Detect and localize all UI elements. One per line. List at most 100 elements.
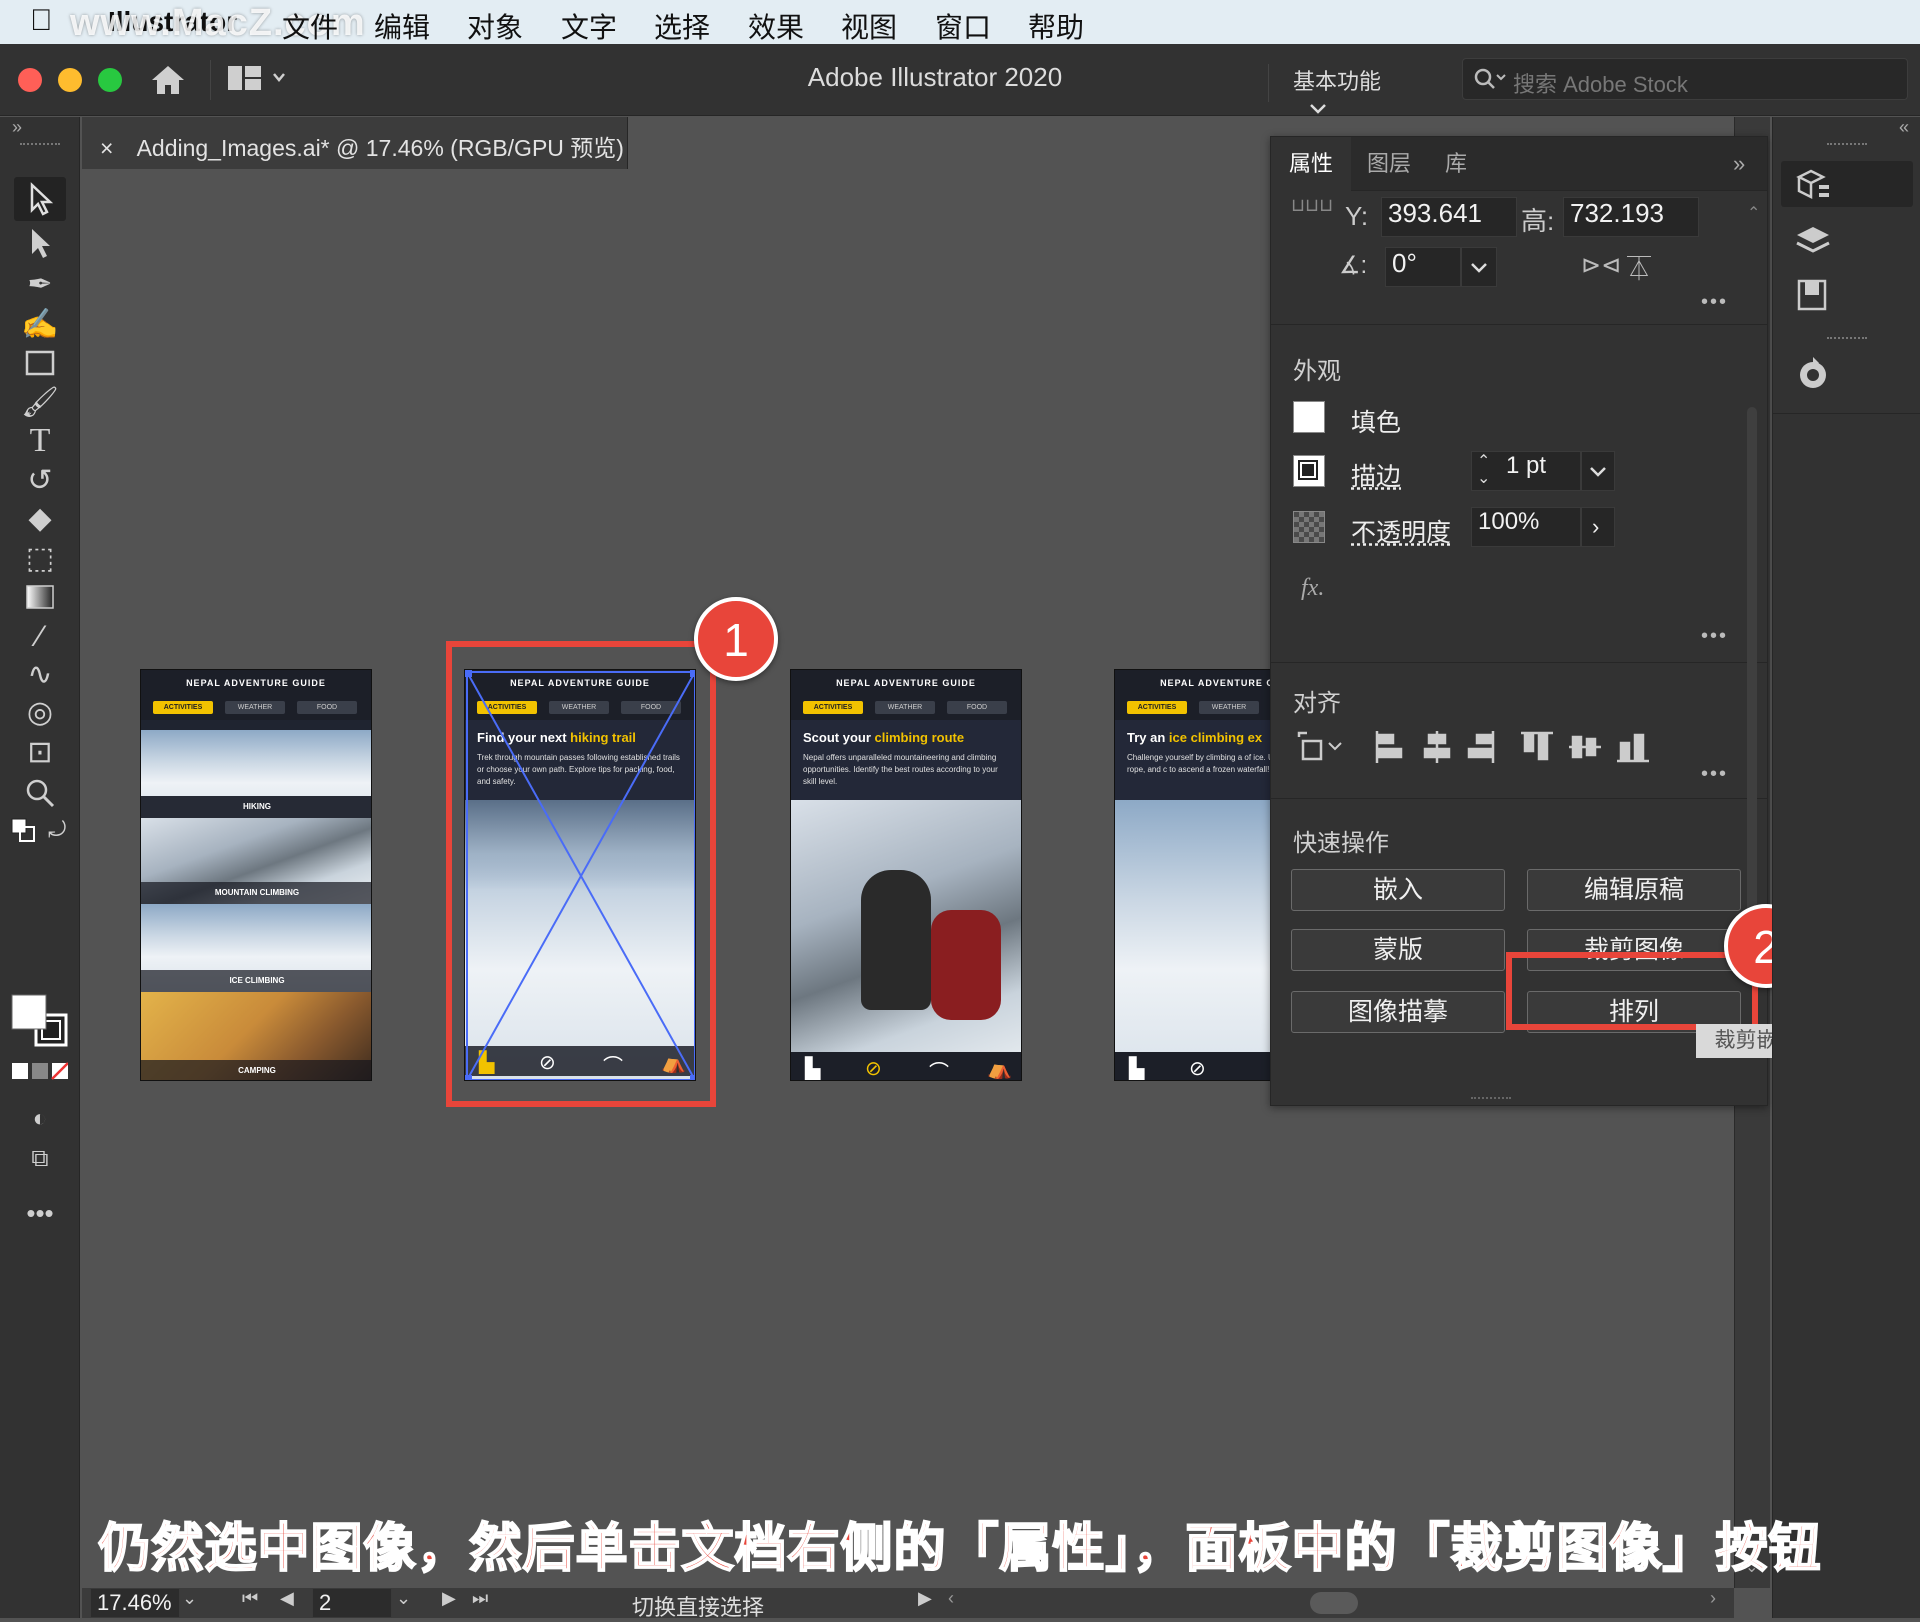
menu-window[interactable]: 窗口 xyxy=(935,6,991,46)
zoom-dropdown-icon[interactable]: ⌄ xyxy=(182,1588,197,1609)
default-fill-stroke-icon[interactable] xyxy=(10,817,40,847)
previous-artboard-icon[interactable]: ◀ xyxy=(280,1588,294,1609)
hiking-label: HIKING xyxy=(141,796,371,818)
menu-edit[interactable]: 编辑 xyxy=(374,6,430,46)
eraser-tool-icon[interactable]: ◆ xyxy=(14,497,66,541)
stroke-stepper-icon[interactable]: ⌃ ⌄ xyxy=(1477,453,1490,487)
status-menu-icon[interactable]: ▶ xyxy=(918,1588,932,1609)
properties-panel-icon[interactable] xyxy=(1781,161,1913,207)
image-trace-button[interactable]: 图像描摹 xyxy=(1291,991,1505,1033)
shape-builder-tool-icon[interactable]: ◎ xyxy=(14,691,66,735)
document-tab[interactable]: × Adding_Images.ai* @ 17.46% (RGB/GPU 预览… xyxy=(82,117,628,169)
panel-expand-icon[interactable]: » xyxy=(1733,151,1745,177)
app-title-bar: Adobe Illustrator 2020 基本功能 搜索 Adobe Sto… xyxy=(0,44,1920,116)
stroke-label[interactable]: 描边 xyxy=(1351,457,1401,493)
horizontal-scroll-thumb[interactable] xyxy=(1310,1592,1358,1614)
menu-file[interactable]: 文件 xyxy=(282,6,338,46)
close-tab-icon[interactable]: × xyxy=(100,135,113,161)
flip-vertical-icon[interactable]: ⏄ xyxy=(1627,249,1651,284)
artboard-tabs: ACTIVITIES WEATHER FOOD xyxy=(791,696,1021,720)
drawing-mode-icon[interactable]: ◐ xyxy=(14,1097,66,1141)
tab-activities: ACTIVITIES xyxy=(153,701,213,714)
menu-object[interactable]: 对象 xyxy=(467,6,523,46)
workspace-switcher[interactable]: 基本功能 xyxy=(1268,64,1418,114)
type-tool-icon[interactable]: T xyxy=(14,419,66,463)
more-appearance-options-icon[interactable]: ••• xyxy=(1701,625,1728,648)
tab-food: FOOD xyxy=(947,701,1007,714)
next-artboard-icon[interactable]: ▶ xyxy=(442,1588,456,1609)
fill-swatch[interactable] xyxy=(1293,401,1325,433)
menu-select[interactable]: 选择 xyxy=(654,6,710,46)
gradient-tool-icon[interactable] xyxy=(14,575,66,619)
angle-dropdown[interactable] xyxy=(1461,247,1497,287)
color-mode-icons[interactable] xyxy=(12,1061,69,1086)
reference-point-icon[interactable]: ⊔⊔⊔ xyxy=(1291,195,1333,216)
fill-stroke-swatch[interactable] xyxy=(10,993,70,1058)
height-field[interactable]: 732.193 xyxy=(1563,197,1699,237)
toolbar-grip[interactable] xyxy=(20,143,60,149)
y-field[interactable]: 393.641 xyxy=(1381,197,1517,237)
backpack xyxy=(861,870,931,1010)
artboard-tool-icon[interactable]: ⊡ xyxy=(14,731,66,775)
stroke-weight-dropdown[interactable] xyxy=(1581,451,1615,491)
rectangle-tool-icon[interactable] xyxy=(14,341,66,385)
camping-label: CAMPING xyxy=(141,1060,371,1080)
panel-icon-dock: « xyxy=(1772,117,1920,1618)
layers-panel-icon[interactable] xyxy=(1793,221,1833,266)
more-align-options-icon[interactable]: ••• xyxy=(1701,763,1728,786)
tent-icon: ⛺ xyxy=(987,1058,1012,1080)
collapse-toolbar-icon[interactable]: » xyxy=(12,117,22,138)
screen-mode-icon[interactable]: ⧉ xyxy=(14,1137,66,1181)
tab-weather: WEATHER xyxy=(875,701,935,714)
opacity-label[interactable]: 不透明度 xyxy=(1351,513,1451,549)
embed-button[interactable]: 嵌入 xyxy=(1291,869,1505,911)
last-artboard-icon[interactable]: ⏭ xyxy=(472,1588,488,1609)
menu-effect[interactable]: 效果 xyxy=(748,6,804,46)
menu-view[interactable]: 视图 xyxy=(841,6,897,46)
scroll-right-icon[interactable]: › xyxy=(1710,1588,1716,1609)
dock-grip-2[interactable] xyxy=(1827,337,1867,343)
tab-properties[interactable]: 属性 xyxy=(1271,137,1352,191)
artboard-number-field[interactable]: 2 xyxy=(312,1588,392,1618)
menu-type[interactable]: 文字 xyxy=(561,6,617,46)
more-transform-options-icon[interactable]: ••• xyxy=(1701,291,1728,314)
edit-original-button[interactable]: 编辑原稿 xyxy=(1527,869,1741,911)
panel-resize-grip[interactable] xyxy=(1471,1097,1511,1103)
direct-selection-tool-icon[interactable] xyxy=(14,221,66,265)
pen-tool-icon[interactable]: ✒ xyxy=(14,263,66,307)
edit-toolbar-icon[interactable]: ••• xyxy=(14,1191,66,1235)
libraries-panel-icon[interactable] xyxy=(1793,275,1833,320)
mask-button[interactable]: 蒙版 xyxy=(1291,929,1505,971)
dock-grip[interactable] xyxy=(1827,143,1867,149)
zoom-field[interactable]: 17.46% xyxy=(90,1588,180,1618)
artboard-3[interactable]: NEPAL ADVENTURE GUIDE ACTIVITIES WEATHER… xyxy=(790,669,1022,1081)
scroll-left-icon[interactable]: ‹ xyxy=(948,1588,954,1609)
apple-icon[interactable]:  xyxy=(30,4,53,38)
tab-layers[interactable]: 图层 xyxy=(1349,137,1429,191)
artboard-1[interactable]: NEPAL ADVENTURE GUIDE ACTIVITIES WEATHER… xyxy=(140,669,372,1081)
angle-field[interactable]: 0° xyxy=(1385,247,1461,287)
opacity-expand-icon[interactable]: › xyxy=(1581,507,1615,547)
flip-horizontal-icon[interactable]: ⊳⊲ xyxy=(1581,251,1621,280)
collapse-dock-icon[interactable]: « xyxy=(1899,117,1909,138)
align-section: 对齐 ••• xyxy=(1271,663,1767,799)
selection-tool-icon[interactable] xyxy=(14,177,66,221)
menu-help[interactable]: 帮助 xyxy=(1028,6,1084,46)
align-buttons[interactable] xyxy=(1295,727,1715,767)
document-tab-label: Adding_Images.ai* @ 17.46% (RGB/GPU 预览) xyxy=(136,135,624,161)
boot-icon: ▙ xyxy=(805,1058,821,1080)
stock-search-input[interactable]: 搜索 Adobe Stock xyxy=(1462,58,1908,100)
tab-food: FOOD xyxy=(297,701,357,714)
first-artboard-icon[interactable]: ⏮ xyxy=(242,1588,258,1609)
opacity-field[interactable]: 100% xyxy=(1471,507,1581,547)
artboard-intro: Scout your climbing route Nepal offers u… xyxy=(791,720,1021,800)
artboard-dropdown-icon[interactable]: ⌄ xyxy=(396,1588,411,1609)
zoom-tool-icon[interactable] xyxy=(14,771,66,815)
highlight-box-1 xyxy=(446,641,716,1107)
color-guide-icon[interactable] xyxy=(1793,355,1833,400)
tab-libraries[interactable]: 库 xyxy=(1427,137,1485,191)
swap-fill-stroke-icon[interactable]: ⤾ xyxy=(48,817,66,843)
stroke-swatch[interactable] xyxy=(1293,455,1325,487)
y-label: Y: xyxy=(1345,201,1369,231)
fx-icon[interactable]: fx. xyxy=(1301,575,1324,602)
